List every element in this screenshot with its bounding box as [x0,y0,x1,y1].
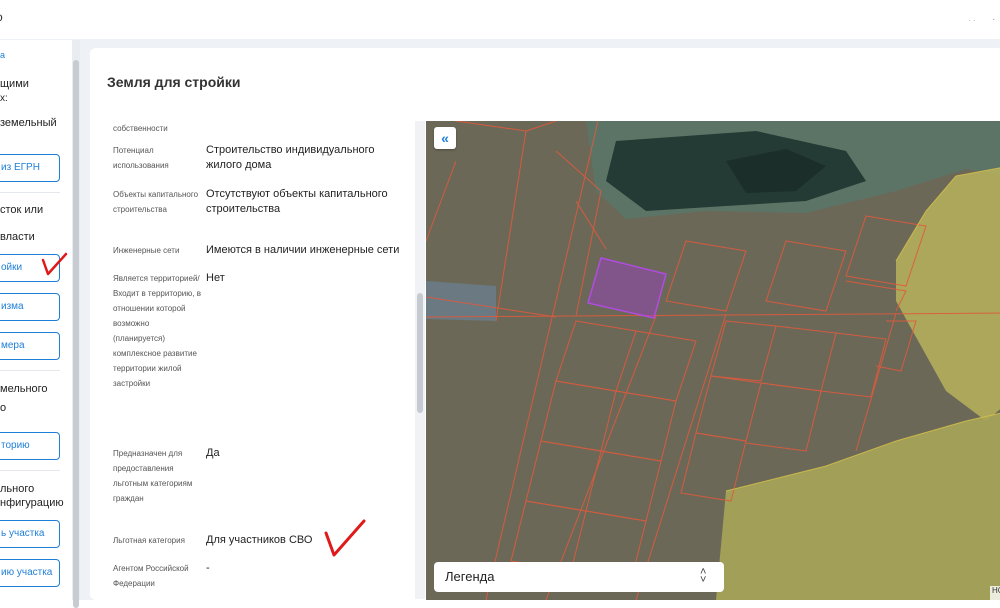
sidebar-divider [0,192,60,193]
properties-panel: собственности Потенциал использования Ст… [113,121,413,599]
property-value: Нет [206,272,225,284]
property-value: - [206,562,210,574]
checkmark-annotation [324,519,366,557]
property-value: Да [206,447,220,459]
property-label: Является территорией/ Входит в территори… [113,274,201,388]
hectare-button[interactable]: мера [0,332,60,360]
checkmark-annotation [41,252,68,276]
top-bar-dots: · · [968,16,976,25]
plot-configuration-button[interactable]: ию участка [0,559,60,587]
map-attribution: НС [990,586,1000,600]
property-label: собственности [113,124,168,133]
sidebar-text: сток или [0,204,44,216]
tourism-button[interactable]: изма [0,293,60,321]
property-value: Отсутствуют объекты капитального строите… [206,188,388,215]
sidebar-text: земельный [0,117,57,129]
map-view[interactable]: « Легенда ˄˅ НС [426,121,1000,600]
property-label: Агентом Российской Федерации [113,564,189,588]
property-label: Предназначен для предоставления льготным… [113,449,193,503]
sidebar-text: власти [0,231,35,243]
sidebar-text: нфигурацию [0,497,64,509]
sidebar-scrollbar-thumb[interactable] [73,60,79,608]
sidebar: а щими х: земельный из ЕГРН сток или вла… [0,40,72,600]
property-label: Инженерные сети [113,246,180,255]
sidebar-scrollbar[interactable] [72,40,80,608]
top-bar-mark: · [992,14,996,25]
sidebar-text: льного [0,483,35,495]
chevron-up-down-icon: ˄ ˅ [700,566,707,586]
sidebar-link[interactable]: а [0,48,5,63]
egrn-button[interactable]: из ЕГРН [0,154,60,182]
sidebar-text: мельного [0,383,48,395]
plot-button[interactable]: ь участка [0,520,60,548]
properties-scrollbar-thumb[interactable] [417,293,423,413]
sidebar-text: щими [0,78,29,90]
sidebar-divider [0,470,60,471]
workspace: Земля для стройки собственности Потенциа… [80,40,1000,600]
property-value: Имеются в наличии инженерные сети [206,244,400,256]
properties-scrollbar[interactable] [415,121,425,599]
top-bar: o · · · [0,0,1000,40]
collapse-panel-button[interactable]: « [434,127,456,149]
property-label: Льготная категория [113,536,185,545]
app-brand[interactable]: o [0,10,3,24]
property-value: Для участников СВО [206,534,313,546]
territory-button[interactable]: торию [0,432,60,460]
legend-dropdown[interactable]: Легенда ˄ ˅ [434,562,724,592]
property-label: Объекты капитального строительства [113,190,199,214]
property-label: Потенциал использования [113,146,169,170]
page-title: Земля для стройки [107,74,241,90]
sidebar-text: о [0,402,7,414]
details-card: Земля для стройки собственности Потенциа… [90,48,1000,600]
property-value: Строительство индивидуального жилого дом… [206,144,375,171]
satellite-map[interactable] [426,121,1000,600]
legend-label: Легенда [445,569,495,584]
sidebar-text: х: [0,93,8,104]
sidebar-divider [0,370,60,371]
